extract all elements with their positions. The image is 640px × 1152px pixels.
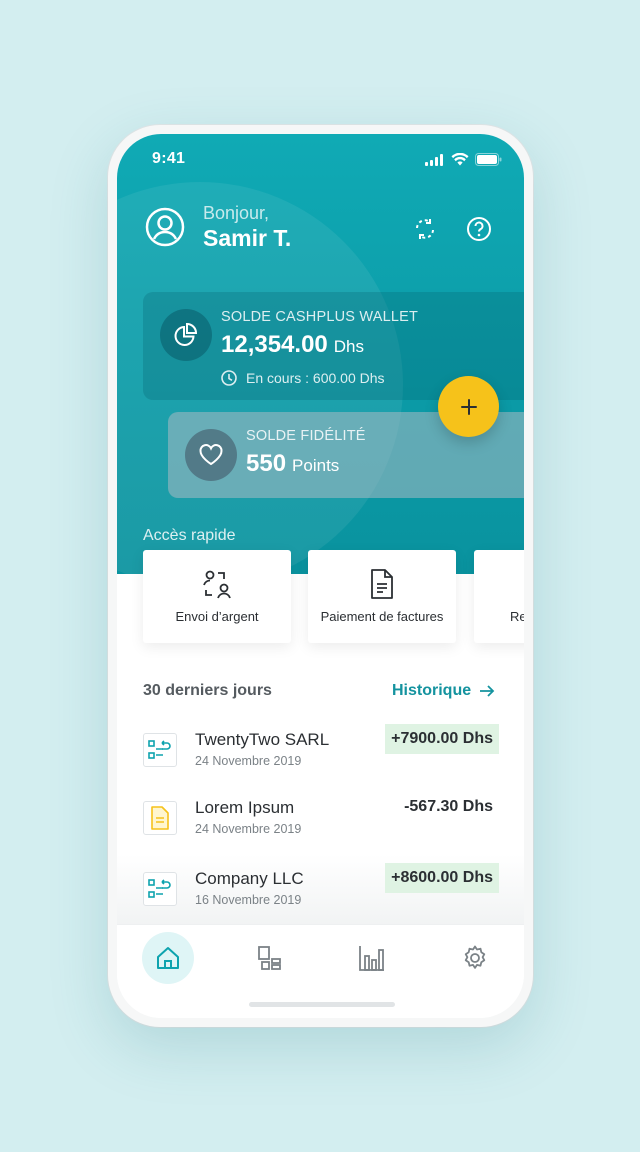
arrow-right-icon [480,685,495,697]
stats-icon [359,946,384,971]
refresh-icon[interactable] [412,216,438,242]
quick-partial-label: Re [510,609,524,624]
pending-text: En cours : 600.00 Dhs [246,370,385,386]
bill-icon [143,801,177,835]
help-icon[interactable] [466,216,492,242]
transaction-row[interactable]: TwentyTwo SARL 24 Novembre 2019 +7900.00… [143,724,499,780]
transaction-date: 16 Novembre 2019 [195,893,302,907]
transaction-row[interactable]: Lorem Ipsum 24 Novembre 2019 -567.30 Dhs [143,798,499,848]
greeting-block: Bonjour, Samir T. [145,202,291,252]
send-money-icon [203,570,231,599]
transfer-icon [143,733,177,767]
quick-bill-payment[interactable]: Paiement de factures [308,550,456,643]
quick-send-money[interactable]: Envoi d’argent [143,550,291,643]
wallet-pending: En cours : 600.00 Dhs [221,370,385,386]
transaction-name: Lorem Ipsum [195,798,295,817]
header-actions [412,216,492,242]
status-time: 9:41 [152,150,186,167]
user-name: Samir T. [203,225,292,251]
transaction-date: 24 Novembre 2019 [195,822,302,836]
nav-home[interactable] [142,932,194,984]
wifi-icon [451,153,469,166]
status-bar: 9:41 [117,134,524,184]
transaction-row[interactable]: Company LLC 16 Novembre 2019 +8600.00 Dh… [143,863,499,919]
recent-title: 30 derniers jours [143,682,272,699]
status-icons [425,153,502,166]
phone-frame: 9:41 Bonjour, Samir T. SOLDE CASHPLUS WA… [108,125,533,1027]
nav-settings[interactable] [449,932,501,984]
transaction-name: TwentyTwo SARL [195,730,330,749]
quick-send-money-label: Envoi d’argent [175,609,259,624]
bottom-nav [117,924,524,1018]
nav-stats[interactable] [346,932,398,984]
transaction-name: Company LLC [195,869,304,888]
transaction-date: 24 Novembre 2019 [195,754,302,768]
history-link-label: Historique [392,682,472,699]
quick-access-title: Accès rapide [143,527,236,544]
loyalty-label: SOLDE FIDÉLITÉ [246,428,366,444]
wallet-amount: 12,354.00 Dhs [221,331,364,359]
quick-bill-payment-label: Paiement de factures [320,609,444,624]
loyalty-amount: 550 Points [246,450,339,478]
wallet-amount-value: 12,354.00 [221,331,328,358]
history-link[interactable]: Historique [392,682,495,700]
signal-icon [425,153,443,166]
wallet-label: SOLDE CASHPLUS WALLET [221,309,419,325]
plus-icon [460,398,477,415]
transaction-amount: +7900.00 Dhs [385,724,499,754]
app-screen: 9:41 Bonjour, Samir T. SOLDE CASHPLUS WA… [117,134,524,1018]
greeting-text: Bonjour, [203,203,270,223]
transaction-amount: -567.30 Dhs [404,798,493,815]
wallet-currency: Dhs [333,337,365,356]
add-button[interactable] [438,376,499,437]
transfer-icon [143,872,177,906]
transaction-amount: +8600.00 Dhs [385,863,499,893]
settings-icon [464,945,486,969]
heart-icon [185,429,237,481]
nav-apps[interactable] [244,932,296,984]
quick-partial-item[interactable]: Re [474,550,524,643]
invoice-icon [371,569,393,599]
apps-icon [258,946,281,970]
user-avatar-icon[interactable] [145,207,185,247]
pie-chart-icon [160,309,212,361]
clock-icon [221,370,237,386]
battery-icon [475,153,502,166]
loyalty-unit: Points [292,456,340,475]
home-icon [157,947,179,969]
home-indicator [249,1002,395,1007]
loyalty-amount-value: 550 [246,450,287,477]
